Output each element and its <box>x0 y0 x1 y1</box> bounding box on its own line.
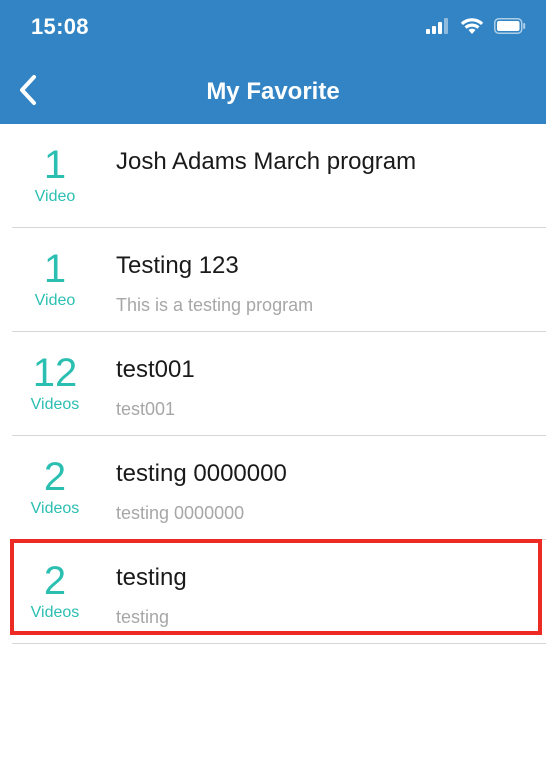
program-description: This is a testing program <box>116 295 314 315</box>
video-count-unit: Video <box>34 292 76 309</box>
program-description: test001 <box>116 399 176 419</box>
program-title: Testing 123 <box>116 252 239 279</box>
program-description: testing <box>116 607 170 627</box>
video-count: 12 Videos <box>0 332 110 436</box>
video-count-number: 12 <box>32 351 78 395</box>
video-count-number: 1 <box>43 247 67 291</box>
status-icons <box>426 16 526 40</box>
status-time: 15:08 <box>31 14 89 39</box>
program-description: testing 0000000 <box>116 503 245 523</box>
program-title: Josh Adams March program <box>116 148 417 175</box>
video-count-unit: Videos <box>30 604 80 621</box>
video-count: 2 Videos <box>0 436 110 540</box>
cellular-signal-icon <box>426 17 450 39</box>
navigation-bar: My Favorite <box>0 60 546 124</box>
program-title: testing <box>116 564 187 591</box>
favorites-list: 1 Video Josh Adams March program 1 Video… <box>0 124 546 644</box>
video-count-number: 2 <box>43 559 67 603</box>
list-item[interactable]: 12 Videos test001 test001 <box>0 332 546 436</box>
list-item[interactable]: 2 Videos testing testing <box>0 540 546 644</box>
wifi-icon <box>460 17 484 40</box>
page-title: My Favorite <box>206 78 340 105</box>
video-count-unit: Videos <box>30 500 80 517</box>
video-count-unit: Video <box>34 188 76 205</box>
video-count-number: 2 <box>43 455 67 499</box>
video-count: 1 Video <box>0 124 110 228</box>
video-count-number: 1 <box>43 143 67 187</box>
video-count: 1 Video <box>0 228 110 332</box>
status-bar: 15:08 <box>0 0 546 56</box>
app-header: 15:08 My Favorite <box>0 0 546 124</box>
list-item[interactable]: 1 Video Testing 123 This is a testing pr… <box>0 228 546 332</box>
program-title: test001 <box>116 356 195 383</box>
list-item[interactable]: 2 Videos testing 0000000 testing 0000000 <box>0 436 546 540</box>
video-count: 2 Videos <box>0 540 110 644</box>
video-count-unit: Videos <box>30 396 80 413</box>
list-item[interactable]: 1 Video Josh Adams March program <box>0 124 546 228</box>
battery-icon <box>494 17 526 39</box>
program-title: testing 0000000 <box>116 460 287 487</box>
